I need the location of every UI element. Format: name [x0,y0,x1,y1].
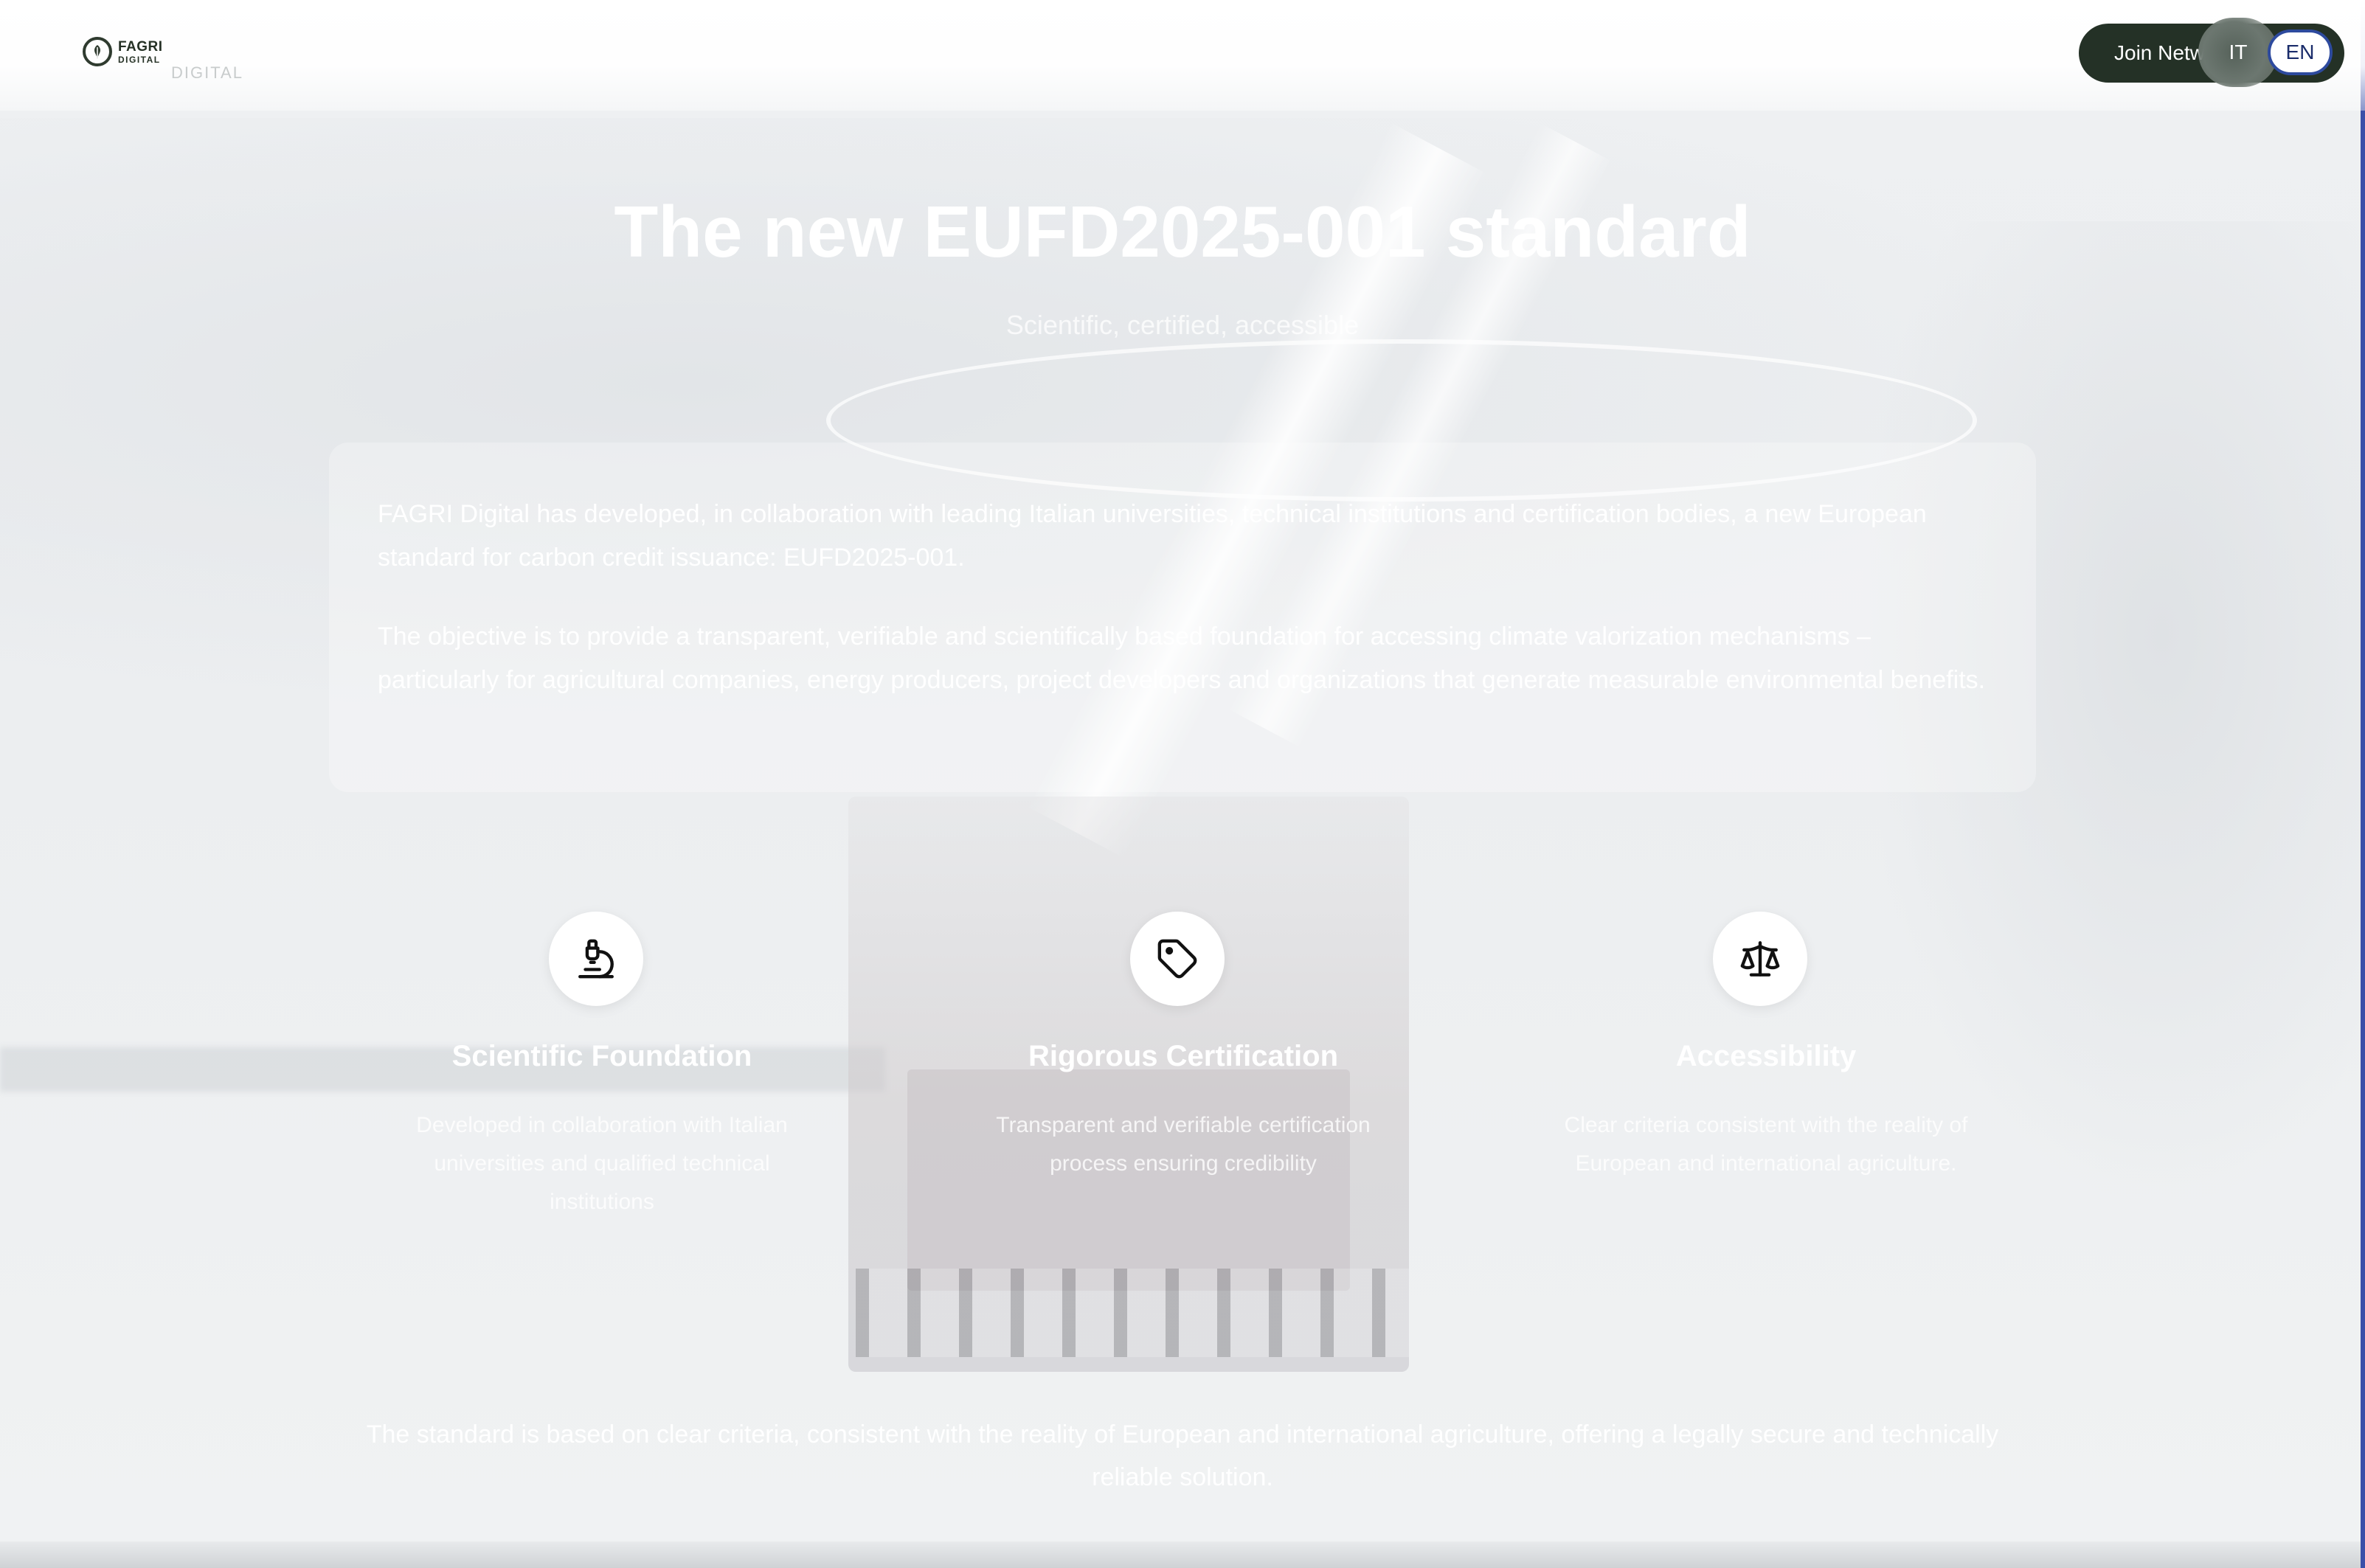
page-title: The new EUFD2025-001 standard [614,191,1751,272]
page-subtitle: Scientific, certified, accessible [1005,310,1360,340]
language-switcher: IT EN [2198,18,2333,87]
logo-subtitle: DIGITAL [171,63,243,82]
logo-line-2: DIGITAL [118,54,161,65]
feature-title: Accessibility [1675,1040,1857,1072]
feature-description: Developed in collaboration with Italian … [416,1113,788,1214]
microscope-icon [549,912,643,1006]
logo[interactable]: FAGRI DIGITAL [83,37,163,66]
lang-en-button[interactable]: EN [2268,30,2333,75]
logo-wordmark: FAGRI DIGITAL [118,40,163,64]
closing-statement: The standard is based on clear criteria,… [366,1420,1999,1491]
intro-paragraph-2: The objective is to provide a transparen… [378,622,1986,694]
lang-it-button[interactable]: IT [2198,18,2278,87]
site-header: FAGRI DIGITAL DIGITAL Join Network IT EN [0,0,2365,111]
tag-icon [1130,912,1225,1006]
scales-icon [1713,912,1807,1006]
feature-card-certification: Rigorous Certification Transparent and v… [910,863,1456,1276]
feature-title: Scientific Foundation [451,1040,752,1072]
intro-panel: FAGRI Digital has developed, in collabor… [329,443,2036,792]
feature-description: Transparent and verifiable certification… [996,1113,1371,1176]
logo-line-1: FAGRI [118,38,163,55]
feature-cards: Scientific Foundation Developed in colla… [329,863,2036,1276]
feature-title: Rigorous Certification [1028,1040,1339,1072]
feature-card-accessibility: Accessibility Clear criteria consistent … [1493,863,2039,1276]
intro-paragraph-1: FAGRI Digital has developed, in collabor… [378,500,1927,572]
feature-description: Clear criteria consistent with the reali… [1564,1113,1968,1176]
feature-card-scientific: Scientific Foundation Developed in colla… [329,863,875,1276]
leaf-logo-icon [83,37,112,66]
